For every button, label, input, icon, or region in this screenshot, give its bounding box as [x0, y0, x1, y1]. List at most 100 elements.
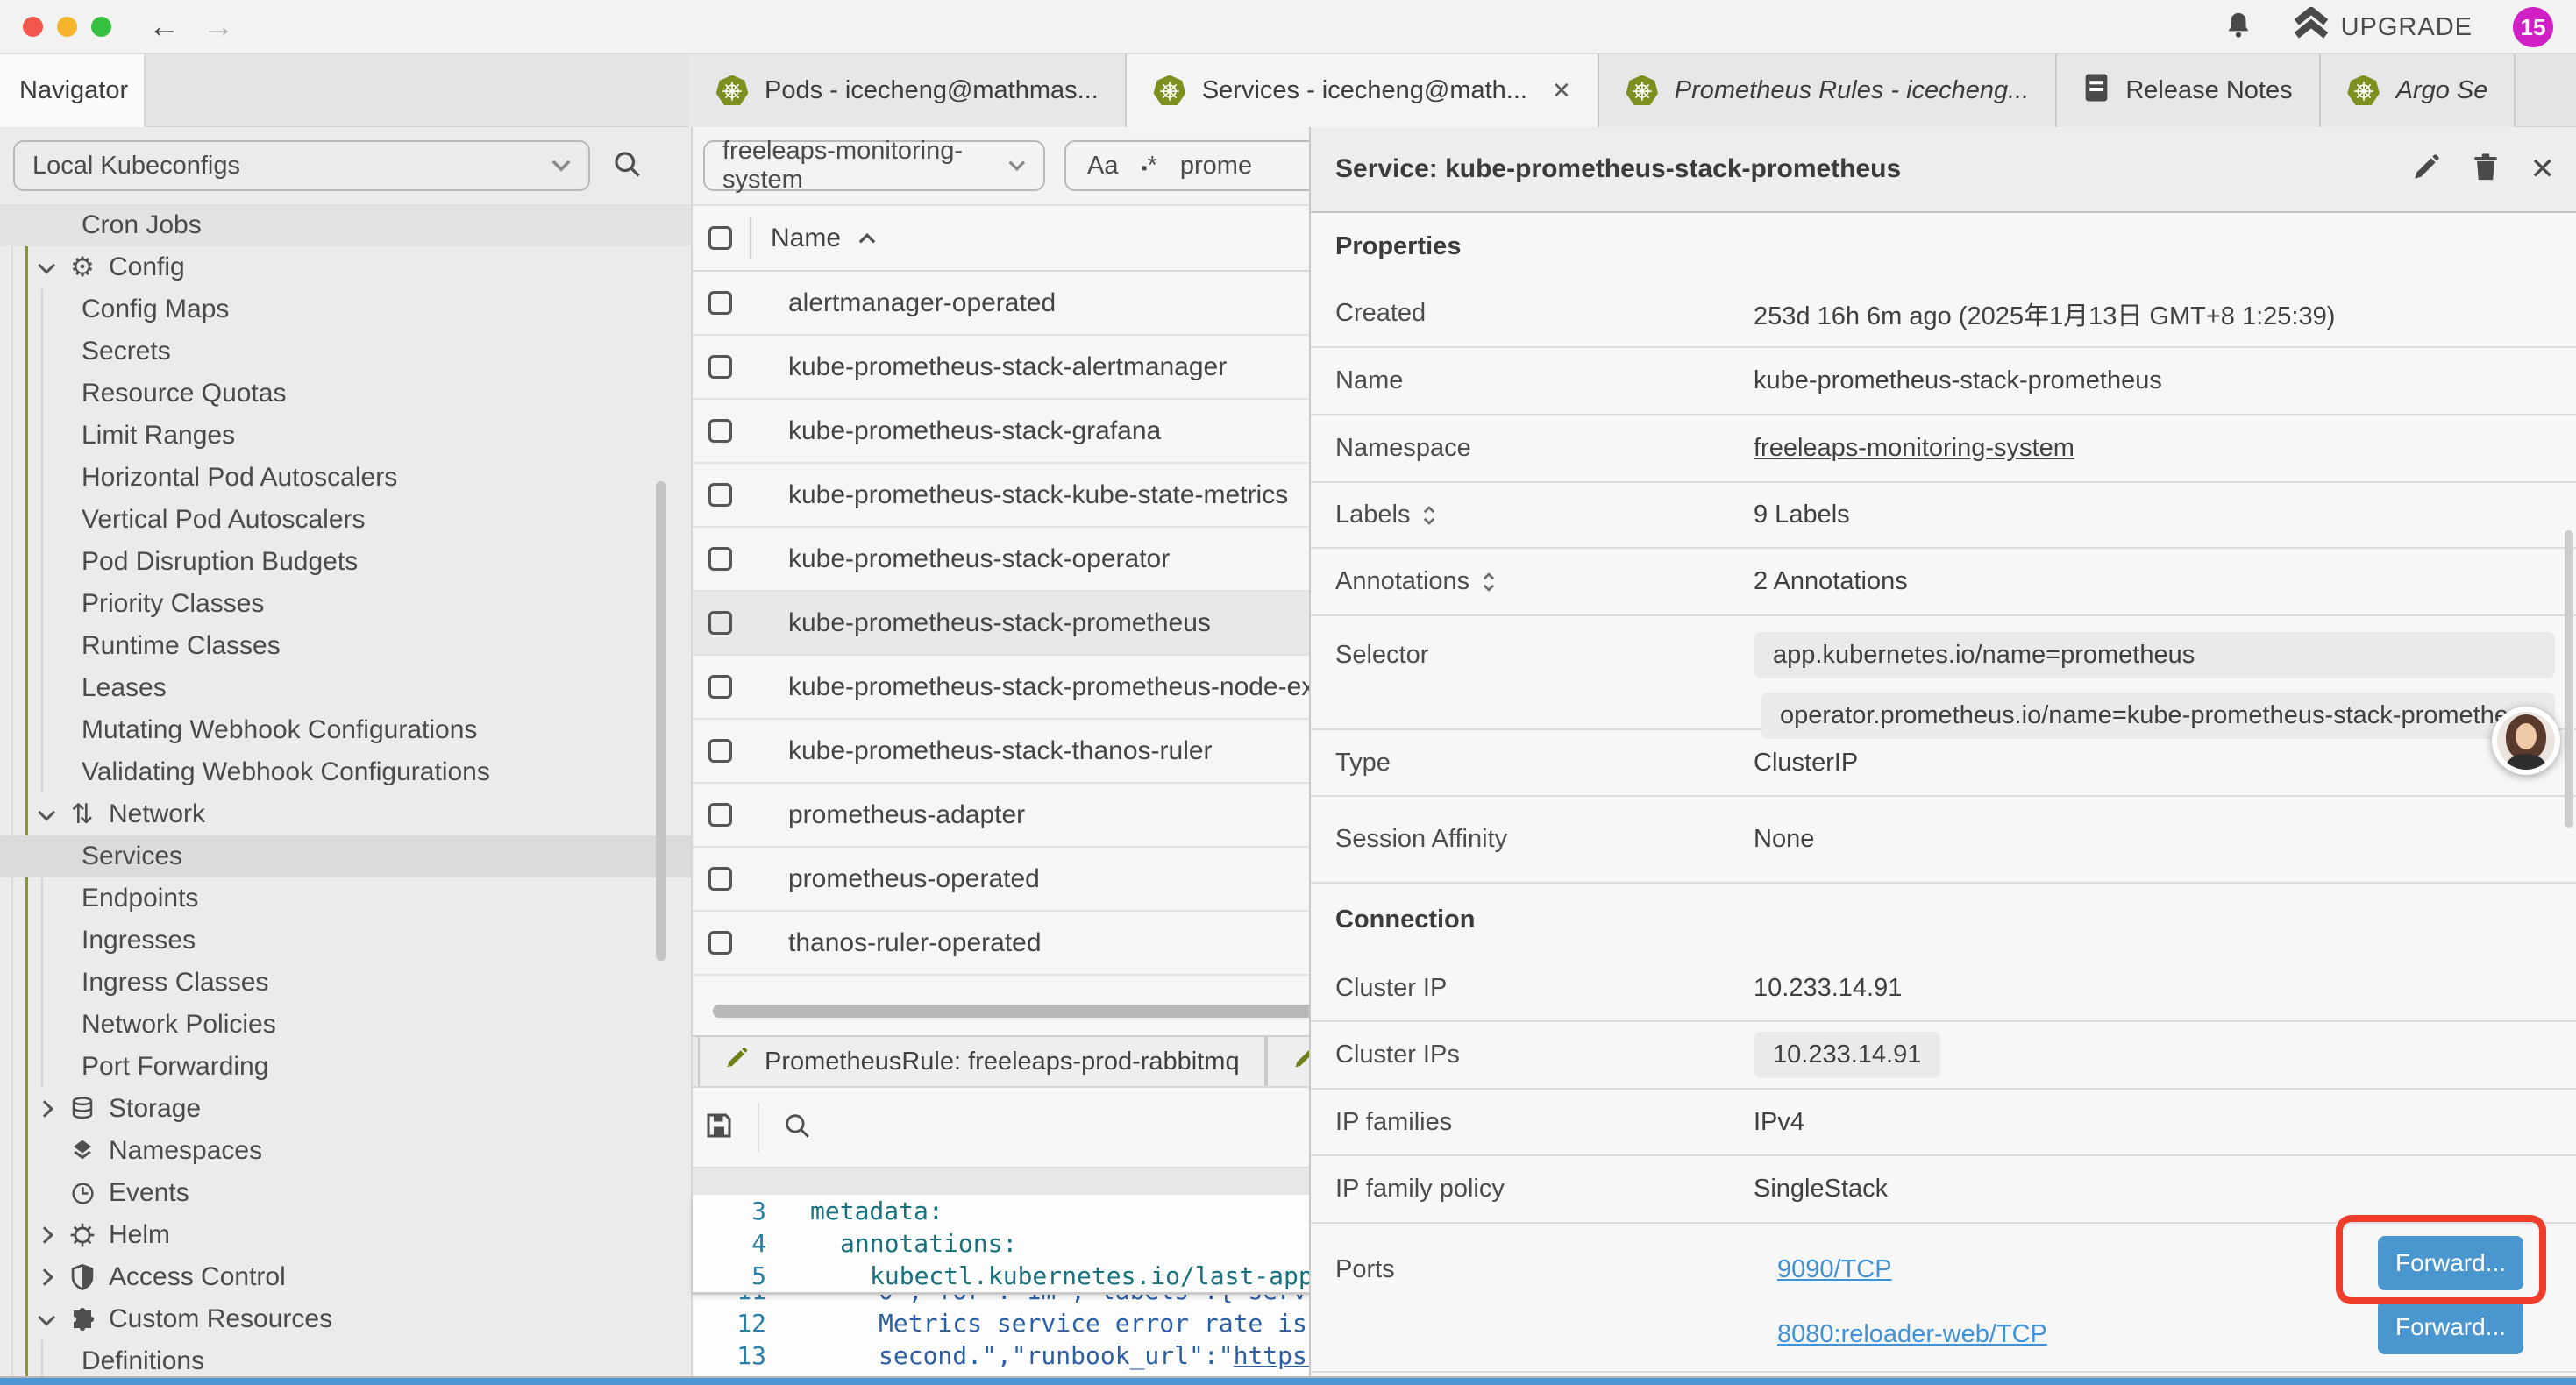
sidebar-item-endpoints[interactable]: Endpoints [0, 877, 691, 920]
row-checkbox[interactable] [708, 867, 732, 891]
chevron-right-icon [36, 1268, 53, 1286]
tab-argo[interactable]: Argo Se [2321, 54, 2516, 127]
sidebar-item-ingress-classes[interactable]: Ingress Classes [0, 962, 691, 1004]
sidebar-item-services[interactable]: Services [0, 835, 691, 877]
sidebar-item-secrets[interactable]: Secrets [0, 330, 691, 373]
sidebar-item-config-maps[interactable]: Config Maps [0, 288, 691, 330]
notification-count-badge[interactable]: 15 [2513, 7, 2553, 47]
puzzle-icon [67, 1306, 98, 1332]
forward-button[interactable]: Forward... [2378, 1300, 2523, 1354]
expand-collapse-icon[interactable] [1482, 572, 1496, 593]
yaml-key: metadata: [791, 1197, 943, 1225]
edit-pencil-icon[interactable] [2411, 153, 2441, 187]
namespace-link[interactable]: freeleaps-monitoring-system [1754, 434, 2074, 463]
name-column-header[interactable]: Name [771, 224, 876, 253]
zoom-window-button[interactable] [91, 17, 111, 37]
close-tab-icon[interactable]: ✕ [1552, 77, 1571, 104]
sidebar-item-mutating-webhook-configurations[interactable]: Mutating Webhook Configurations [0, 709, 691, 751]
search-value: prome [1180, 152, 1252, 181]
dock-tab-prometheusrule[interactable]: PrometheusRule: freeleaps-prod-rabbitmq [698, 1037, 1266, 1086]
user-avatar[interactable] [2492, 707, 2560, 775]
sidebar-scrollbar[interactable] [656, 481, 666, 961]
selector-badge: operator.prometheus.io/name=kube-prometh… [1761, 692, 2555, 739]
sidebar-item-custom-resources[interactable]: Custom Resources [0, 1298, 691, 1340]
navigator-panel-tab[interactable]: Navigator [0, 54, 146, 127]
document-icon [2083, 73, 2110, 110]
sidebar-item-helm[interactable]: Helm [0, 1214, 691, 1256]
sidebar-item-priority-classes[interactable]: Priority Classes [0, 583, 691, 625]
shield-icon [67, 1264, 98, 1290]
upgrade-button[interactable]: UPGRADE [2294, 7, 2473, 47]
ip-family-policy-row: IP family policy SingleStack [1311, 1156, 2576, 1224]
panel-scrollbar[interactable] [2565, 530, 2573, 828]
sidebar-item-network-policies[interactable]: Network Policies [0, 1004, 691, 1046]
select-all-checkbox[interactable] [708, 226, 732, 250]
selector-row: Selector app.kubernetes.io/name=promethe… [1311, 616, 2576, 730]
sidebar-item-events[interactable]: Events [0, 1172, 691, 1214]
sidebar-item-config[interactable]: ⚙Config [0, 246, 691, 288]
sidebar-item-port-forwarding[interactable]: Port Forwarding [0, 1046, 691, 1088]
row-checkbox[interactable] [708, 611, 732, 635]
cluster-ip-badge: 10.233.14.91 [1754, 1032, 1940, 1078]
regex-toggle[interactable]: ▪* [1141, 152, 1156, 181]
name-row: Name kube-prometheus-stack-prometheus [1311, 348, 2576, 416]
row-checkbox[interactable] [708, 291, 732, 315]
row-checkbox[interactable] [708, 419, 732, 443]
sidebar-item-network[interactable]: ⇅Network [0, 793, 691, 835]
match-case-toggle[interactable]: Aa [1087, 152, 1118, 181]
sidebar-item-vertical-pod-autoscalers[interactable]: Vertical Pod Autoscalers [0, 499, 691, 541]
chevron-down-icon [38, 1309, 55, 1326]
tab-release-notes[interactable]: Release Notes [2057, 54, 2320, 127]
editor-search-icon[interactable] [782, 1111, 812, 1145]
tab-label: Release Notes [2125, 76, 2292, 105]
tab-services[interactable]: Services - icecheng@math... ✕ [1127, 54, 1599, 127]
notifications-bell-icon[interactable] [2224, 10, 2253, 46]
sidebar-item-horizontal-pod-autoscalers[interactable]: Horizontal Pod Autoscalers [0, 457, 691, 499]
row-checkbox[interactable] [708, 675, 732, 699]
row-checkbox[interactable] [708, 739, 732, 763]
ports-row: Ports 9090/TCP 8080:reloader-web/TCP For… [1311, 1224, 2576, 1373]
sidebar-item-cron-jobs[interactable]: Cron Jobs [0, 204, 691, 246]
sidebar-item-validating-webhook-configurations[interactable]: Validating Webhook Configurations [0, 751, 691, 793]
row-checkbox[interactable] [708, 483, 732, 507]
sidebar-item-pod-disruption-budgets[interactable]: Pod Disruption Budgets [0, 541, 691, 583]
expand-collapse-icon[interactable] [1422, 505, 1436, 526]
tab-label: Argo Se [2396, 76, 2488, 105]
minimize-window-button[interactable] [57, 17, 77, 37]
sidebar-search-icon[interactable] [611, 148, 643, 184]
row-checkbox[interactable] [708, 547, 732, 571]
forward-arrow-icon[interactable]: → [203, 11, 234, 42]
save-icon[interactable] [703, 1110, 735, 1146]
sidebar-item-storage[interactable]: Storage [0, 1088, 691, 1130]
port-link[interactable]: 8080:reloader-web/TCP [1777, 1320, 2047, 1349]
window-titlebar: ← → UPGRADE 15 [0, 0, 2576, 54]
kubeconfig-select[interactable]: Local Kubeconfigs [13, 140, 590, 191]
kubernetes-icon [1153, 75, 1186, 107]
yaml-string: second.","runbook_url":"https://net [791, 1341, 1396, 1370]
labels-row: Labels 9 Labels [1311, 483, 2576, 549]
sidebar-item-runtime-classes[interactable]: Runtime Classes [0, 625, 691, 667]
back-arrow-icon[interactable]: ← [148, 11, 180, 42]
row-checkbox[interactable] [708, 355, 732, 379]
sidebar-item-leases[interactable]: Leases [0, 667, 691, 709]
sidebar-item-namespaces[interactable]: Namespaces [0, 1130, 691, 1172]
namespace-select[interactable]: freeleaps-monitoring-system [703, 140, 1045, 191]
trash-icon[interactable] [2473, 153, 2499, 187]
tab-pods[interactable]: Pods - icecheng@mathmas... [689, 54, 1127, 127]
detail-panel-body: Properties Created 253d 16h 6m ago (2025… [1311, 213, 2576, 1385]
row-checkbox[interactable] [708, 931, 732, 955]
port-link[interactable]: 9090/TCP [1777, 1255, 1892, 1284]
tab-label: Pods - icecheng@mathmas... [765, 76, 1099, 105]
chevron-down-icon [551, 160, 571, 173]
sidebar-item-ingresses[interactable]: Ingresses [0, 920, 691, 962]
tab-strip: Navigator Pods - icecheng@mathmas... Ser… [0, 54, 2576, 127]
clock-icon [67, 1181, 98, 1206]
close-window-button[interactable] [23, 17, 43, 37]
tab-prometheus-rules[interactable]: Prometheus Rules - icecheng... [1599, 54, 2058, 127]
sidebar-item-resource-quotas[interactable]: Resource Quotas [0, 373, 691, 415]
sidebar-item-limit-ranges[interactable]: Limit Ranges [0, 415, 691, 457]
navigator-sidebar: Local Kubeconfigs Cron Jobs ⚙Config Conf… [0, 127, 693, 1385]
row-checkbox[interactable] [708, 803, 732, 827]
sidebar-item-access-control[interactable]: Access Control [0, 1256, 691, 1298]
close-panel-icon[interactable]: ✕ [2530, 152, 2556, 187]
